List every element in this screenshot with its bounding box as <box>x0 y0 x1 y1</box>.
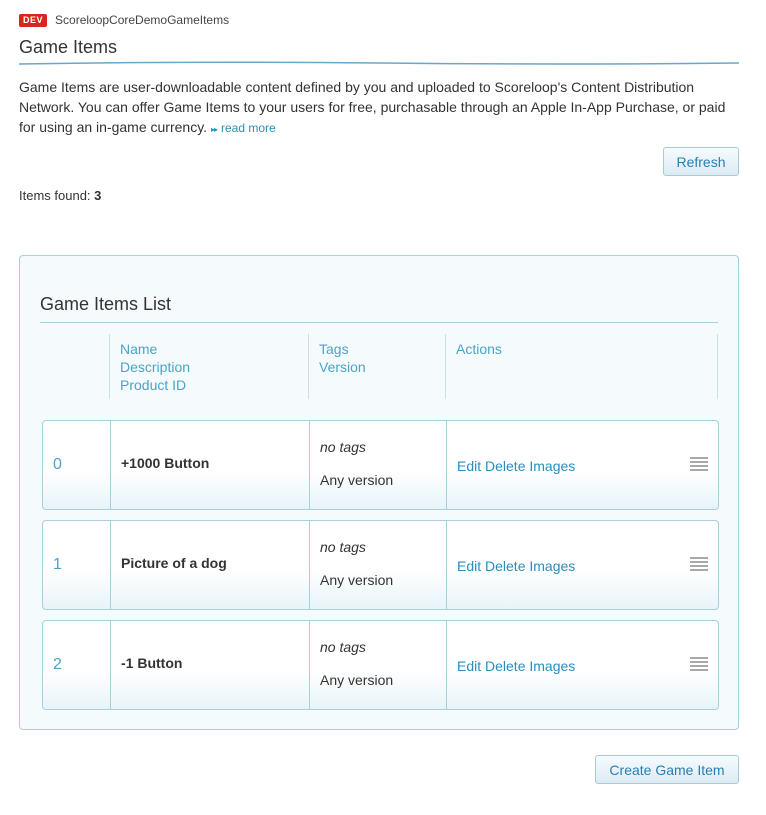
delete-link[interactable]: Delete <box>485 558 525 574</box>
row-name: +1000 Button <box>110 421 309 509</box>
row-index: 0 <box>53 456 62 473</box>
delete-link[interactable]: Delete <box>485 658 525 674</box>
header-actions: Actions <box>456 341 502 357</box>
edit-link[interactable]: Edit <box>457 658 481 674</box>
images-link[interactable]: Images <box>529 558 575 574</box>
create-game-item-button[interactable]: Create Game Item <box>595 755 739 784</box>
row-version: Any version <box>320 472 394 488</box>
row-name: Picture of a dog <box>110 521 309 609</box>
drag-handle-icon[interactable] <box>690 457 708 473</box>
table-row: 2 -1 Button no tags Any version Edit Del… <box>42 620 719 710</box>
table-header: Name Description Product ID Tags Version… <box>42 334 718 399</box>
drag-handle-icon[interactable] <box>690 557 708 573</box>
dev-badge: DEV <box>19 13 48 27</box>
row-actions: Edit Delete Images <box>446 421 718 509</box>
refresh-button[interactable]: Refresh <box>663 147 739 176</box>
row-tags-cell: no tags Any version <box>309 421 446 509</box>
row-name: -1 Button <box>110 621 309 709</box>
items-found: Items found: 3 <box>19 188 101 203</box>
items-found-label: Items found: <box>19 188 91 203</box>
images-link[interactable]: Images <box>529 658 575 674</box>
header-version: Version <box>319 359 366 375</box>
header-tags: Tags <box>319 341 349 357</box>
drag-handle-icon[interactable] <box>690 657 708 673</box>
table-row: 0 +1000 Button no tags Any version Edit … <box>42 420 719 510</box>
header-actions-column: Actions <box>445 334 717 399</box>
read-more-link[interactable]: read more <box>221 121 276 135</box>
header-tags-column: Tags Version <box>308 334 445 399</box>
read-more-arrow-icon: ▸▸ <box>210 125 218 134</box>
intro-text: Game Items are user-downloadable content… <box>19 77 739 140</box>
images-link[interactable]: Images <box>529 458 575 474</box>
game-items-panel: Game Items List Name Description Product… <box>19 255 739 730</box>
row-tags: no tags <box>320 639 366 655</box>
delete-link[interactable]: Delete <box>485 458 525 474</box>
intro-body: Game Items are user-downloadable content… <box>19 79 726 135</box>
header-name: Name <box>120 341 158 357</box>
header-description: Description <box>120 359 191 375</box>
panel-divider <box>40 322 718 323</box>
row-actions: Edit Delete Images <box>446 521 718 609</box>
row-tags-cell: no tags Any version <box>309 621 446 709</box>
app-header: DEV ScoreloopCoreDemoGameItems <box>19 12 229 28</box>
row-tags: no tags <box>320 439 366 455</box>
header-product-id: Product ID <box>120 377 187 393</box>
row-actions: Edit Delete Images <box>446 621 718 709</box>
items-found-count: 3 <box>94 188 102 203</box>
row-version: Any version <box>320 672 394 688</box>
edit-link[interactable]: Edit <box>457 558 481 574</box>
panel-title: Game Items List <box>40 294 172 314</box>
row-tags: no tags <box>320 539 366 555</box>
page-title: Game Items <box>19 37 118 57</box>
row-index: 1 <box>53 556 62 573</box>
table-row: 1 Picture of a dog no tags Any version E… <box>42 520 719 610</box>
app-name: ScoreloopCoreDemoGameItems <box>55 13 230 27</box>
row-version: Any version <box>320 572 394 588</box>
edit-link[interactable]: Edit <box>457 458 481 474</box>
title-underline-icon <box>19 61 739 65</box>
header-divider <box>717 334 718 399</box>
row-index: 2 <box>53 656 62 673</box>
header-name-column: Name Description Product ID <box>109 334 308 399</box>
row-tags-cell: no tags Any version <box>309 521 446 609</box>
